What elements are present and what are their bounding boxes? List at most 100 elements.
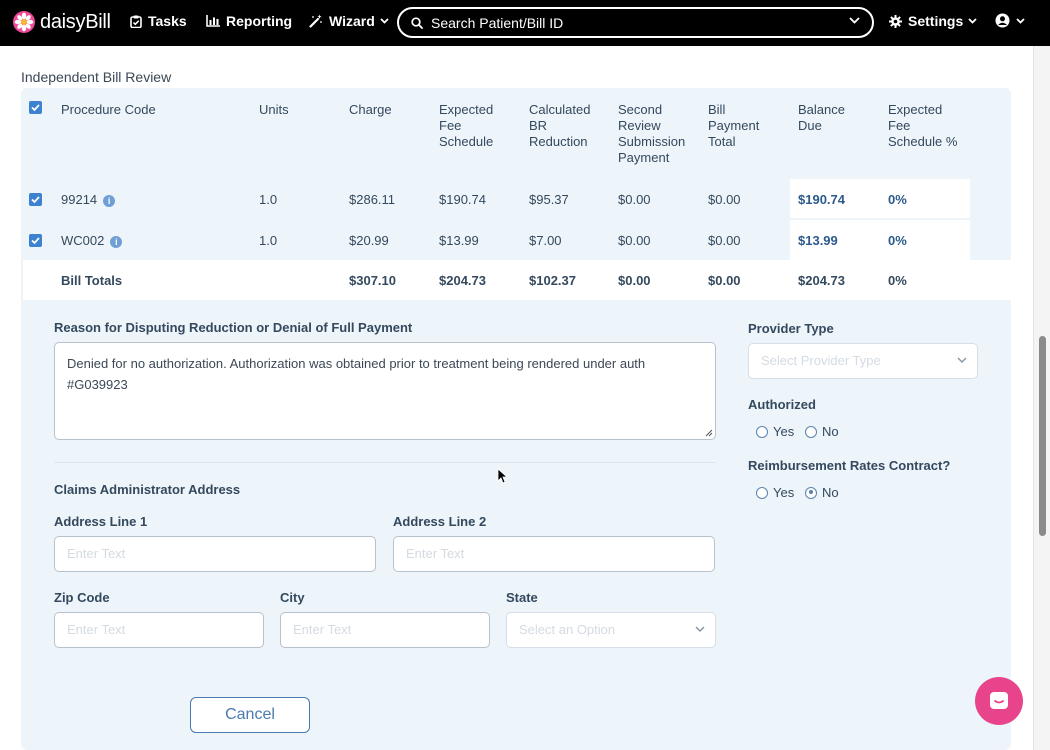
magic-wand-icon [309, 14, 322, 28]
reimbursement-no-radio[interactable]: No [805, 485, 839, 500]
provider-type-label: Provider Type [748, 321, 834, 336]
header-expected-fee-schedule: Expected Fee Schedule [439, 102, 494, 149]
checkmark-icon [31, 196, 40, 204]
radio-button[interactable] [805, 425, 817, 438]
provider-type-select[interactable]: Select Provider Type [748, 343, 978, 379]
info-icon[interactable]: i [103, 194, 116, 207]
chat-button[interactable] [975, 677, 1023, 725]
reimbursement-yes-radio[interactable]: Yes [756, 485, 794, 500]
bar-chart-icon [206, 15, 220, 27]
brand-logo[interactable]: daisyBill [12, 10, 111, 34]
zip-field[interactable]: Enter Text [54, 612, 264, 648]
authorized-no-radio[interactable]: No [805, 424, 839, 439]
checkmark-icon [31, 104, 40, 112]
brand-name: daisyBill [40, 10, 111, 33]
total-second-review: $0.00 [618, 273, 651, 288]
row-checkbox[interactable] [29, 193, 42, 206]
bill-payment-total: $0.00 [708, 192, 741, 207]
divider [54, 462, 716, 463]
total-bill-payment: $0.00 [708, 273, 741, 288]
radio-label: Yes [773, 485, 795, 500]
user-menu[interactable] [995, 13, 1025, 28]
claims-admin-label: Claims Administrator Address [54, 482, 241, 497]
clipboard-check-icon [130, 15, 142, 28]
select-all-checkbox[interactable] [29, 101, 42, 114]
br-reduction: $7.00 [529, 233, 562, 248]
cancel-button[interactable]: Cancel [190, 697, 310, 733]
chevron-down-icon [968, 18, 977, 24]
radio-button[interactable] [756, 486, 768, 499]
nav-settings[interactable]: Settings [889, 13, 977, 29]
address2-field[interactable]: Enter Text [393, 536, 715, 572]
mouse-cursor-icon [497, 468, 507, 484]
daisy-logo-icon [13, 11, 35, 33]
address1-label: Address Line 1 [54, 514, 148, 529]
radio-button[interactable] [756, 425, 768, 438]
nav-reporting-label: Reporting [226, 13, 293, 29]
second-review-payment: $0.00 [618, 192, 651, 207]
scrollbar-thumb[interactable] [1039, 336, 1046, 536]
nav-settings-label: Settings [908, 13, 964, 29]
user-circle-icon [995, 13, 1010, 28]
resize-handle-icon[interactable] [705, 429, 713, 437]
authorized-yes-radio[interactable]: Yes [756, 424, 794, 439]
search-icon [411, 16, 423, 29]
checkmark-icon [31, 237, 40, 245]
chevron-down-icon [1016, 17, 1025, 24]
procedure-code: 99214 i [61, 192, 116, 207]
row-checkbox[interactable] [29, 234, 42, 247]
units: 1.0 [259, 233, 278, 248]
header-expected-fee-schedule-pct: Expected Fee Schedule % [888, 102, 958, 149]
reason-textarea[interactable]: Denied for no authorization. Authorizati… [54, 342, 716, 440]
gear-icon [889, 14, 902, 28]
address2-label: Address Line 2 [393, 514, 487, 529]
search-placeholder: Search Patient/Bill ID [431, 14, 564, 31]
state-select[interactable]: Select an Option [506, 612, 716, 648]
expected-pct: 0% [888, 192, 907, 207]
header-second-review-payment: Second Review Submission Payment [618, 102, 686, 165]
nav-reporting[interactable]: Reporting [206, 13, 292, 29]
header-bill-payment-total: Bill Payment Total [708, 102, 760, 149]
header-charge: Charge [349, 102, 392, 117]
nav-tasks-label: Tasks [148, 13, 187, 29]
chevron-down-icon [957, 357, 967, 363]
header-units: Units [259, 102, 289, 117]
radio-button-selected[interactable] [805, 486, 817, 499]
expected-fee: $190.74 [439, 192, 486, 207]
reimbursement-label: Reimbursement Rates Contract? [748, 458, 951, 473]
chevron-down-icon[interactable] [849, 17, 860, 24]
authorized-label: Authorized [748, 397, 816, 412]
provider-type-placeholder: Select Provider Type [761, 353, 881, 368]
header-balance-due: Balance Due [798, 102, 845, 133]
search-input[interactable]: Search Patient/Bill ID [397, 7, 874, 38]
address1-field[interactable]: Enter Text [54, 536, 376, 572]
nav-tasks[interactable]: Tasks [130, 13, 187, 29]
totals-row: Bill Totals $307.10 $204.73 $102.37 $0.0… [23, 260, 1011, 300]
second-review-payment: $0.00 [618, 233, 651, 248]
reason-label: Reason for Disputing Reduction or Denial… [54, 320, 413, 335]
procedure-code: WC002 i [61, 233, 123, 248]
nav-wizard-label: Wizard [329, 13, 375, 29]
units: 1.0 [259, 192, 278, 207]
vertical-scrollbar[interactable] [1033, 46, 1050, 750]
city-field[interactable]: Enter Text [280, 612, 490, 648]
radio-label: No [822, 424, 839, 439]
city-label: City [280, 590, 305, 605]
total-balance-due: $204.73 [798, 273, 845, 288]
expected-pct: 0% [888, 233, 907, 248]
page-title: Independent Bill Review [21, 69, 172, 85]
total-expected-pct: 0% [888, 273, 907, 288]
nav-wizard[interactable]: Wizard [309, 13, 389, 29]
info-icon[interactable]: i [110, 235, 123, 248]
reason-text: Denied for no authorization. Authorizati… [67, 356, 646, 392]
zip-label: Zip Code [54, 590, 110, 605]
top-navbar: daisyBill Tasks Reporting Wizard Search … [0, 0, 1050, 46]
radio-label: No [822, 485, 839, 500]
chat-icon [990, 692, 1008, 709]
br-reduction: $95.37 [529, 192, 569, 207]
header-calculated-br-reduction: Calculated BR Reduction [529, 102, 591, 149]
balance-due: $190.74 [798, 192, 845, 207]
chevron-down-icon [695, 626, 705, 632]
expected-fee: $13.99 [439, 233, 479, 248]
state-label: State [506, 590, 538, 605]
